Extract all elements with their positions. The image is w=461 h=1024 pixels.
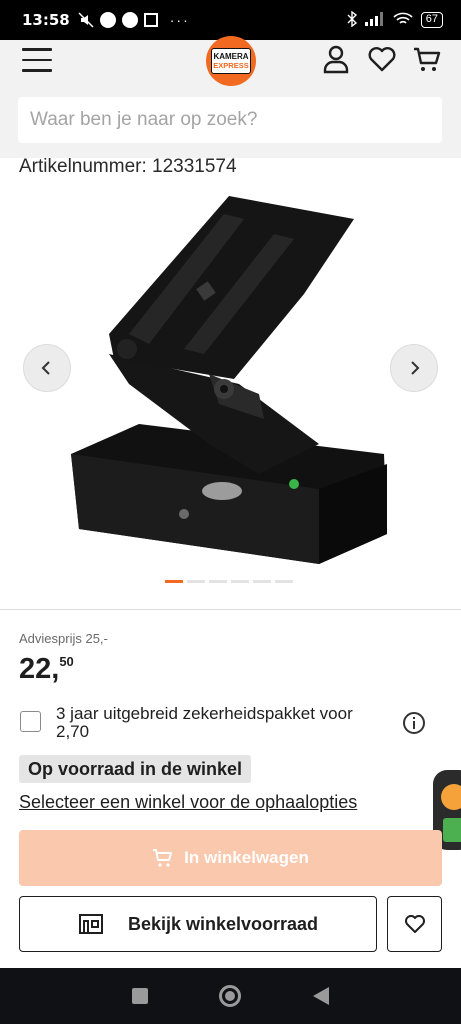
product-image-gallery[interactable]: [19, 184, 438, 590]
gallery-next-button[interactable]: [390, 344, 438, 392]
status-bar: 13:58 ··· 67: [0, 0, 461, 40]
section-divider: [0, 609, 461, 610]
gallery-icon: [143, 13, 158, 27]
select-store-link[interactable]: Selecteer een winkel voor de ophaaloptie…: [19, 792, 357, 813]
gallery-dot[interactable]: [209, 580, 227, 583]
product-image: [71, 196, 387, 564]
more-notifications-icon: ···: [169, 12, 190, 28]
signal-icon: [364, 11, 385, 29]
add-to-wishlist-button[interactable]: [387, 896, 442, 952]
search-input[interactable]: Waar ben je naar op zoek?: [18, 97, 442, 143]
gallery-dot[interactable]: [165, 580, 183, 583]
status-time: 13:58: [22, 11, 70, 29]
gallery-dot[interactable]: [231, 580, 249, 583]
system-navigation-bar: [0, 968, 461, 1024]
chevron-left-icon: [41, 361, 50, 375]
logo-text-top: KAMERA: [213, 52, 249, 61]
menu-icon[interactable]: [22, 48, 52, 72]
user-icon[interactable]: [321, 44, 351, 74]
view-store-stock-label: Bekijk winkelvoorraad: [127, 913, 319, 934]
add-to-cart-label: In winkelwagen: [184, 848, 309, 867]
gallery-prev-button[interactable]: [23, 344, 71, 392]
view-store-stock-button[interactable]: Bekijk winkelvoorraad: [19, 896, 377, 952]
stock-status-badge: Op voorraad in de winkel: [19, 755, 252, 783]
bluetooth-icon: [347, 10, 357, 30]
notification-icon: [99, 12, 116, 28]
cart-icon: [153, 849, 173, 867]
chevron-right-icon: [411, 361, 420, 375]
recent-apps-icon[interactable]: [131, 988, 148, 1004]
cart-icon[interactable]: [412, 44, 442, 74]
back-icon[interactable]: [313, 987, 330, 1005]
store-icon: [78, 914, 103, 934]
heart-icon: [404, 915, 425, 933]
price-cents: 50: [59, 654, 74, 669]
widget-thumbnail-icon: [443, 818, 461, 842]
site-header: KAMERA EXPRESS Waar ben je naar op zoek?: [0, 36, 461, 158]
home-icon[interactable]: [219, 985, 242, 1007]
wifi-icon: [393, 12, 413, 29]
notification-icon: [121, 12, 138, 28]
gallery-pagination[interactable]: [165, 580, 293, 583]
gallery-dot[interactable]: [253, 580, 271, 583]
battery-indicator: 67: [420, 12, 443, 28]
gallery-dot[interactable]: [187, 580, 205, 583]
logo-text-bottom: EXPRESS: [213, 61, 249, 70]
price-main: 22,: [19, 653, 60, 685]
search-placeholder: Waar ben je naar op zoek?: [30, 109, 258, 130]
add-to-cart-button[interactable]: In winkelwagen: [19, 830, 442, 886]
heart-icon[interactable]: [367, 44, 397, 74]
mute-icon: [78, 12, 94, 28]
article-number: Artikelnummer: 12331574: [19, 156, 237, 177]
warranty-label: 3 jaar uitgebreid zekerheidspakket voor …: [56, 704, 353, 741]
warranty-checkbox[interactable]: [20, 711, 41, 732]
advice-price: Adviesprijs 25,-: [19, 631, 108, 646]
gallery-dot[interactable]: [275, 580, 293, 583]
brand-logo[interactable]: KAMERA EXPRESS: [206, 36, 256, 86]
info-icon[interactable]: [402, 711, 426, 735]
widget-badge-icon: [441, 784, 461, 810]
product-price: 22,50: [19, 653, 74, 686]
